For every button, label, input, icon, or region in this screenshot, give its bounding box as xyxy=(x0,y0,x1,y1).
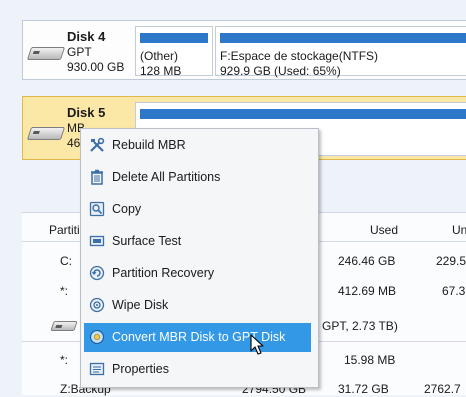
disk-size: 930.00 GB xyxy=(67,60,125,74)
copy-icon xyxy=(89,201,105,217)
hard-disk-icon xyxy=(26,47,66,60)
disk-info[interactable]: Disk 4 GPT 930.00 GB xyxy=(23,21,131,79)
row-used: 15.98 MB xyxy=(344,353,396,367)
surface-test-icon xyxy=(89,235,105,247)
partition-label: (Other) xyxy=(140,49,179,63)
trash-icon xyxy=(91,169,103,185)
column-partition[interactable]: Partiti xyxy=(49,223,80,237)
menu-item-label: Properties xyxy=(112,362,169,376)
menu-item-wipe-disk[interactable]: Wipe Disk xyxy=(84,291,311,320)
menu-item-delete-all-partitions[interactable]: Delete All Partitions xyxy=(84,163,311,192)
partition-detail: 128 MB xyxy=(140,64,182,78)
menu-item-label: Rebuild MBR xyxy=(112,138,186,152)
row-used: 412.69 MB xyxy=(338,284,397,298)
partition-detail: 929.9 GB (Used: 65%) xyxy=(220,64,341,78)
hard-disk-icon xyxy=(50,321,78,331)
partition-label: F:Espace de stockage(NTFS) xyxy=(220,49,379,63)
row-partition: C: xyxy=(60,254,72,268)
column-unused[interactable]: Un xyxy=(452,223,466,237)
disk-name: Disk 4 xyxy=(67,29,106,44)
row-partition: *: xyxy=(60,284,69,298)
row-used: 246.46 GB xyxy=(338,254,396,268)
column-used[interactable]: Used xyxy=(370,223,398,237)
wipe-icon xyxy=(89,297,105,313)
menu-item-partition-recovery[interactable]: Partition Recovery xyxy=(84,259,311,288)
row-unused: 67.3 xyxy=(442,284,466,298)
partition-usage-bar xyxy=(140,109,466,119)
menu-item-label: Partition Recovery xyxy=(112,266,215,280)
menu-item-label: Copy xyxy=(112,202,142,216)
menu-item-label: Surface Test xyxy=(112,234,182,248)
properties-icon xyxy=(89,362,105,376)
partition-block-f[interactable]: F:Espace de stockage(NTFS) 929.9 GB (Use… xyxy=(215,26,466,78)
disk-name: Disk 5 xyxy=(67,105,106,120)
partition-block-other[interactable]: (Other) 128 MB xyxy=(135,26,213,78)
hard-disk-icon xyxy=(26,127,66,140)
disk-type: GPT xyxy=(67,45,92,59)
convert-icon xyxy=(89,329,105,345)
tools-icon xyxy=(90,137,105,152)
recovery-icon xyxy=(89,265,105,281)
context-menu: Rebuild MBR Delete All Partitions Copy S… xyxy=(80,128,319,388)
partition-usage-bar xyxy=(140,33,208,43)
menu-item-label: Wipe Disk xyxy=(112,298,169,312)
mouse-pointer-icon xyxy=(250,334,264,355)
partition-usage-bar xyxy=(220,33,466,43)
row-partition: *: xyxy=(60,353,69,367)
disk-size: 46 xyxy=(67,136,81,150)
menu-item-surface-test[interactable]: Surface Test xyxy=(84,227,311,256)
disk-row-disk-4[interactable]: Disk 4 GPT 930.00 GB (Other) 128 MB F:Es… xyxy=(22,20,466,80)
menu-item-copy[interactable]: Copy xyxy=(84,195,311,224)
menu-item-rebuild-mbr[interactable]: Rebuild MBR xyxy=(84,131,311,160)
disk-summary: GPT, 2.73 TB) xyxy=(322,319,398,333)
menu-item-convert-mbr-to-gpt[interactable]: Convert MBR Disk to GPT Disk xyxy=(84,323,311,352)
menu-item-label: Delete All Partitions xyxy=(112,170,221,184)
row-unused: 229.5 xyxy=(436,254,466,268)
menu-item-properties[interactable]: Properties xyxy=(84,355,311,384)
